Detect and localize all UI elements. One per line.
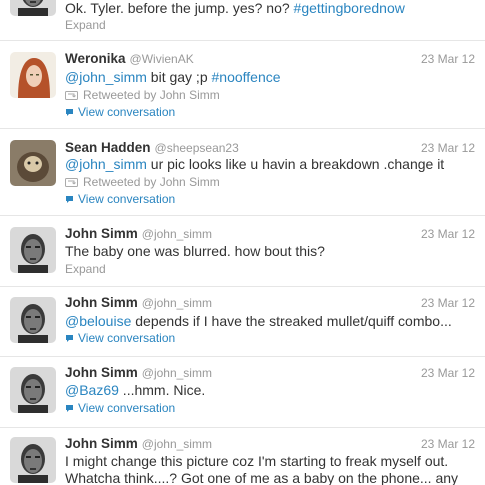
author-name[interactable]: Weronika xyxy=(65,51,126,66)
view-conversation-label: View conversation xyxy=(78,331,176,345)
tweet-timeline: Ok. Tyler. before the jump. yes? no? #ge… xyxy=(0,0,485,485)
tweet-text-line: I might change this picture coz I'm star… xyxy=(65,453,449,469)
mention-link[interactable]: @john_simm xyxy=(65,156,147,172)
author-handle[interactable]: @WivienAK xyxy=(130,52,194,66)
author-handle[interactable]: @john_simm xyxy=(142,437,212,451)
author-name[interactable]: John Simm xyxy=(65,365,138,380)
retweet-icon xyxy=(65,91,78,100)
tweet-text: The baby one was blurred. how bout this? xyxy=(65,243,325,259)
view-conversation-label: View conversation xyxy=(78,105,176,119)
expand-link[interactable]: Expand xyxy=(65,18,106,32)
tweet-text-body: ur pic looks like u havin a breakdown .c… xyxy=(146,156,445,172)
author-name[interactable]: John Simm xyxy=(65,295,138,310)
tweet-date[interactable]: 23 Mar 12 xyxy=(421,437,475,451)
retweeted-by-label: Retweeted by John Simm xyxy=(83,88,220,102)
tweet-date[interactable]: 23 Mar 12 xyxy=(421,141,475,155)
mention-link[interactable]: @belouise xyxy=(65,313,131,329)
tweet-item[interactable]: Ok. Tyler. before the jump. yes? no? #ge… xyxy=(0,0,485,41)
view-conversation-label: View conversation xyxy=(78,401,176,415)
avatar[interactable] xyxy=(10,227,56,273)
tweet-item[interactable]: Sean Hadden @sheepsean23 23 Mar 12 @john_… xyxy=(0,129,485,216)
tweet-text-body: Ok. Tyler. before the jump. yes? no? xyxy=(65,0,294,16)
tweet-item[interactable]: John Simm @john_simm 23 Mar 12 @Baz69 ...… xyxy=(0,357,485,428)
author-handle[interactable]: @john_simm xyxy=(142,366,212,380)
avatar[interactable] xyxy=(10,367,56,413)
hashtag-link[interactable]: #gettingborednow xyxy=(294,0,405,16)
hashtag-link[interactable]: #nooffence xyxy=(212,69,281,85)
retweeted-by-label: Retweeted by John Simm xyxy=(83,175,220,189)
mention-link[interactable]: @Baz69 xyxy=(65,382,119,398)
author-handle[interactable]: @john_simm xyxy=(142,296,212,310)
tweet-text: @Baz69 ...hmm. Nice. xyxy=(65,382,477,399)
view-conversation-link[interactable]: View conversation xyxy=(65,105,175,119)
tweet-date[interactable]: 23 Mar 12 xyxy=(421,227,475,241)
author-handle[interactable]: @sheepsean23 xyxy=(155,141,239,155)
tweet-date[interactable]: 23 Mar 12 xyxy=(421,52,475,66)
avatar[interactable] xyxy=(10,140,56,186)
speech-bubble-icon xyxy=(66,335,73,342)
view-conversation-link[interactable]: View conversation xyxy=(65,331,175,345)
tweet-text-body: ...hmm. Nice. xyxy=(118,382,206,398)
tweet-text: @belouise depends if I have the streaked… xyxy=(65,313,477,330)
retweet-icon xyxy=(65,178,78,187)
tweet-text-body: bit gay ;p xyxy=(146,69,212,85)
speech-bubble-icon xyxy=(66,196,73,203)
retweeted-by: Retweeted by John Simm xyxy=(65,175,220,189)
view-conversation-link[interactable]: View conversation xyxy=(65,401,175,415)
tweet-item[interactable]: John Simm @john_simm 23 Mar 12 The baby o… xyxy=(0,216,485,287)
author-handle[interactable]: @john_simm xyxy=(142,227,212,241)
tweet-text: @john_simm bit gay ;p #nooffence xyxy=(65,69,477,86)
retweeted-by: Retweeted by John Simm xyxy=(65,88,220,102)
expand-link[interactable]: Expand xyxy=(65,262,106,276)
mention-link[interactable]: @john_simm xyxy=(65,69,147,85)
tweet-text-body: depends if I have the streaked mullet/qu… xyxy=(131,313,452,329)
tweet-item[interactable]: John Simm @john_simm 23 Mar 12 I might ch… xyxy=(0,428,485,485)
avatar[interactable] xyxy=(10,297,56,343)
tweet-text-line: Whatcha think....? Got one of me as a ba… xyxy=(65,470,459,485)
speech-bubble-icon xyxy=(66,405,73,412)
author-name[interactable]: John Simm xyxy=(65,436,138,451)
avatar[interactable] xyxy=(10,437,56,483)
speech-bubble-icon xyxy=(66,109,73,116)
avatar[interactable] xyxy=(10,0,56,16)
tweet-date[interactable]: 23 Mar 12 xyxy=(421,366,475,380)
view-conversation-link[interactable]: View conversation xyxy=(65,192,175,206)
tweet-item[interactable]: John Simm @john_simm 23 Mar 12 @belouise … xyxy=(0,287,485,357)
author-name[interactable]: John Simm xyxy=(65,226,138,241)
tweet-item[interactable]: Weronika @WivienAK 23 Mar 12 @john_simm b… xyxy=(0,41,485,129)
author-name[interactable]: Sean Hadden xyxy=(65,140,151,155)
tweet-text: Ok. Tyler. before the jump. yes? no? #ge… xyxy=(65,0,477,17)
tweet-text: I might change this picture coz I'm star… xyxy=(65,453,477,485)
tweet-text: @john_simm ur pic looks like u havin a b… xyxy=(65,156,477,173)
view-conversation-label: View conversation xyxy=(78,192,176,206)
avatar[interactable] xyxy=(10,52,56,98)
tweet-date[interactable]: 23 Mar 12 xyxy=(421,296,475,310)
